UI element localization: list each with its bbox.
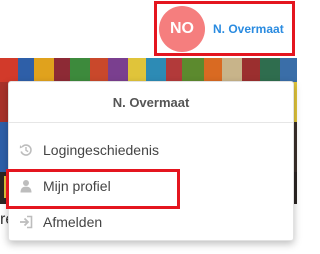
highlight-box-profile [6,169,180,209]
highlight-box-user [154,1,295,56]
dropdown-title: N. Overmaat [9,82,293,123]
menu-item-label: Afmelden [43,214,103,230]
top-bar: NO N. Overmaat [0,0,297,58]
history-icon [19,143,33,157]
menu-item-login-history[interactable]: Logingeschiedenis [9,135,293,165]
user-dropdown-menu: N. Overmaat Logingeschiedenis Mijn profi… [8,81,294,241]
menu-item-sign-out[interactable]: Afmelden [9,207,293,237]
sign-out-icon [19,215,33,229]
menu-item-label: Logingeschiedenis [43,142,159,158]
